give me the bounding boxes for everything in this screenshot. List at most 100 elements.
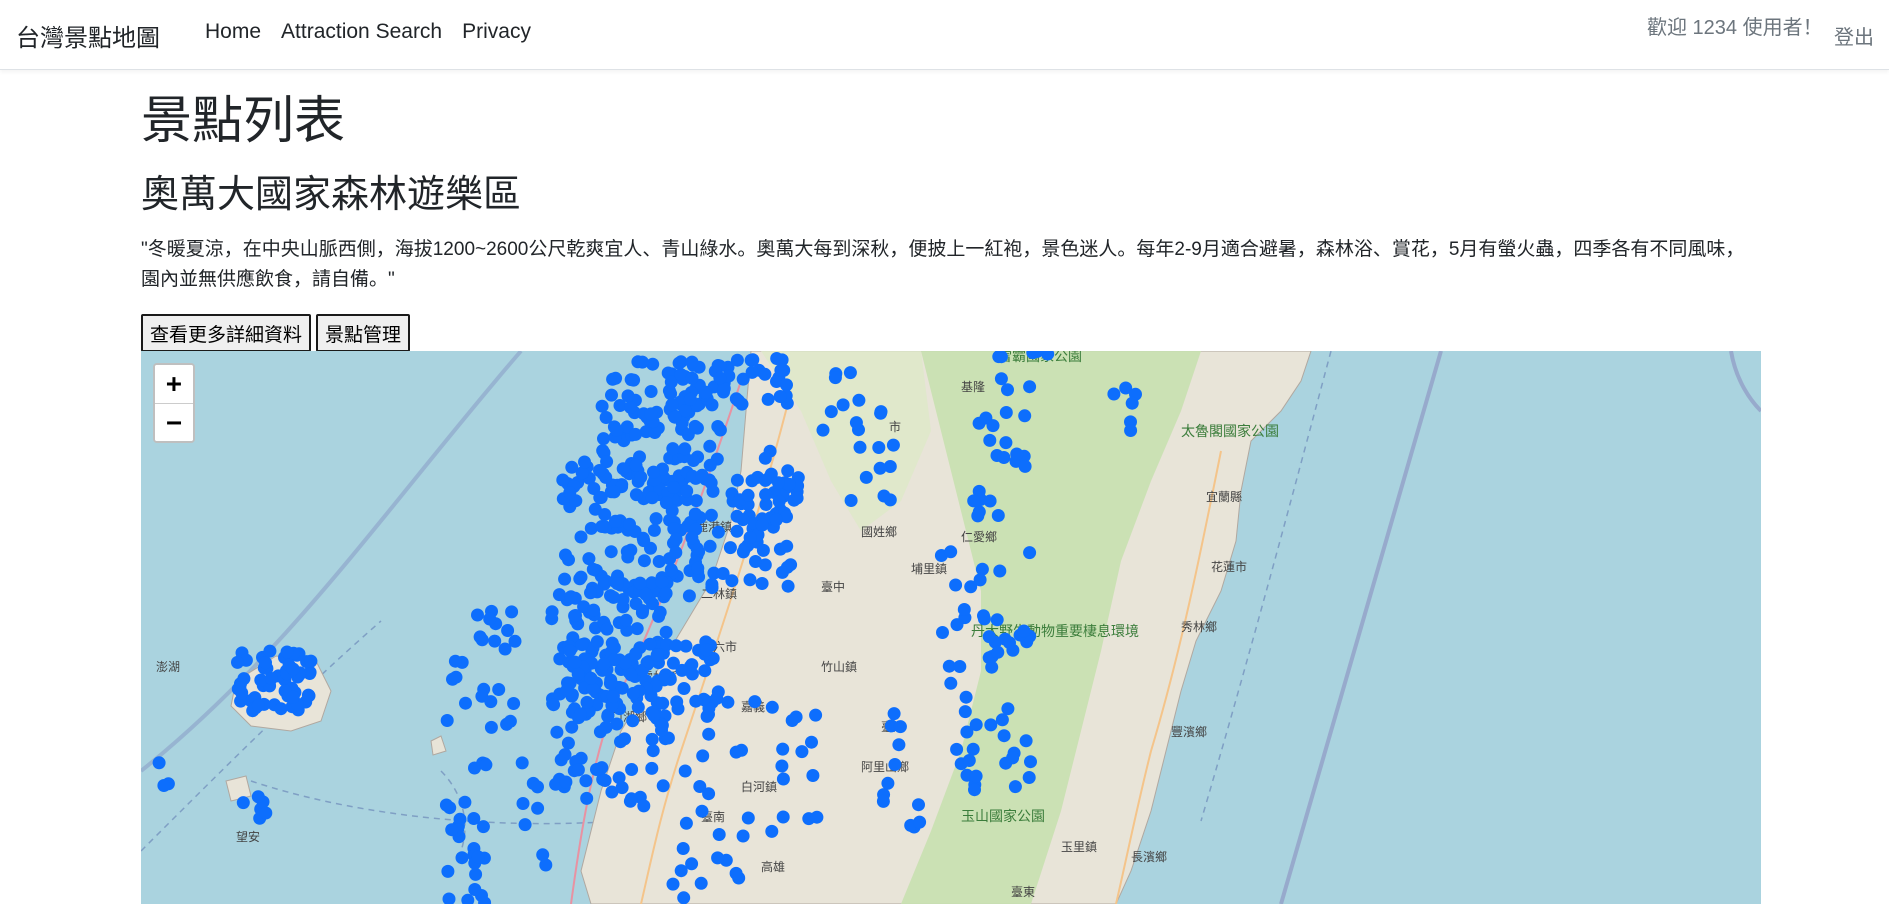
nav-attraction-search[interactable]: Attraction Search: [271, 20, 452, 44]
attraction-marker[interactable]: [1018, 409, 1032, 423]
attraction-marker[interactable]: [445, 823, 459, 837]
attraction-marker[interactable]: [844, 494, 858, 507]
attraction-marker[interactable]: [574, 530, 588, 544]
attraction-marker[interactable]: [580, 695, 594, 709]
attraction-marker[interactable]: [991, 509, 1005, 522]
attraction-marker[interactable]: [695, 804, 709, 818]
attraction-marker[interactable]: [471, 850, 485, 864]
attraction-marker[interactable]: [659, 625, 673, 639]
attraction-marker[interactable]: [634, 470, 648, 484]
attraction-marker[interactable]: [668, 410, 682, 424]
attraction-marker[interactable]: [558, 572, 572, 586]
attraction-marker[interactable]: [852, 393, 866, 407]
attraction-marker[interactable]: [806, 769, 820, 782]
attraction-marker[interactable]: [950, 618, 964, 632]
attraction-marker[interactable]: [759, 488, 773, 502]
attraction-marker[interactable]: [685, 857, 699, 871]
attraction-marker[interactable]: [644, 407, 658, 421]
attraction-marker[interactable]: [629, 647, 643, 661]
attraction-marker[interactable]: [666, 877, 680, 891]
attraction-marker[interactable]: [593, 464, 606, 477]
attraction-marker[interactable]: [1017, 624, 1031, 638]
attraction-marker[interactable]: [824, 405, 838, 419]
attraction-marker[interactable]: [843, 366, 857, 380]
attraction-marker[interactable]: [473, 630, 487, 644]
attraction-marker[interactable]: [984, 718, 998, 732]
attraction-marker[interactable]: [828, 371, 842, 385]
attraction-marker[interactable]: [448, 654, 462, 668]
attraction-marker[interactable]: [505, 605, 519, 619]
attraction-marker[interactable]: [712, 828, 726, 841]
attraction-marker[interactable]: [730, 524, 744, 538]
attraction-marker[interactable]: [958, 705, 972, 719]
attraction-marker[interactable]: [507, 697, 521, 710]
attraction-marker[interactable]: [600, 622, 614, 636]
attraction-marker[interactable]: [286, 662, 300, 676]
attraction-marker[interactable]: [1023, 380, 1037, 394]
attraction-marker[interactable]: [1010, 447, 1024, 461]
attraction-marker[interactable]: [913, 815, 927, 829]
attraction-marker[interactable]: [755, 518, 769, 532]
attraction-marker[interactable]: [997, 729, 1011, 743]
attraction-marker[interactable]: [647, 708, 661, 722]
attraction-marker[interactable]: [679, 816, 693, 830]
attraction-marker[interactable]: [569, 609, 582, 622]
attraction-marker[interactable]: [887, 707, 901, 721]
attraction-marker[interactable]: [550, 725, 564, 739]
attraction-marker[interactable]: [713, 371, 727, 385]
attraction-marker[interactable]: [259, 656, 272, 670]
attraction-marker[interactable]: [748, 695, 762, 709]
attraction-marker[interactable]: [619, 613, 633, 627]
attraction-marker[interactable]: [703, 458, 717, 472]
attraction-marker[interactable]: [973, 573, 987, 587]
attraction-marker[interactable]: [1001, 702, 1015, 716]
attraction-marker[interactable]: [621, 389, 635, 403]
attraction-marker[interactable]: [616, 462, 630, 476]
attraction-marker[interactable]: [816, 423, 830, 437]
attraction-marker[interactable]: [702, 727, 716, 741]
attraction-marker[interactable]: [706, 484, 720, 498]
attraction-marker[interactable]: [685, 371, 699, 385]
attraction-marker[interactable]: [560, 683, 574, 697]
attraction-marker[interactable]: [729, 866, 743, 880]
attraction-marker[interactable]: [713, 423, 727, 437]
attraction-marker[interactable]: [772, 476, 785, 490]
attraction-marker[interactable]: [635, 355, 649, 369]
attraction-marker[interactable]: [467, 812, 481, 825]
attraction-marker[interactable]: [683, 392, 697, 406]
attraction-marker[interactable]: [615, 781, 629, 795]
attraction-marker[interactable]: [610, 577, 624, 591]
attraction-marker[interactable]: [702, 787, 716, 801]
nav-privacy[interactable]: Privacy: [452, 20, 541, 44]
attraction-marker[interactable]: [655, 718, 669, 732]
attraction-marker[interactable]: [647, 523, 661, 537]
attraction-marker[interactable]: [795, 745, 809, 759]
attraction-marker[interactable]: [756, 543, 770, 557]
manage-button[interactable]: 景點管理: [316, 314, 411, 352]
map-canvas[interactable]: 市基隆雪霸國家公園太魯閣國家公園宜蘭縣花蓮市仁愛鄉秀林鄉國姓鄉埔里鎮丹大野生動物…: [141, 351, 1761, 904]
attraction-marker[interactable]: [775, 565, 789, 579]
attraction-marker[interactable]: [443, 801, 457, 815]
attraction-marker[interactable]: [649, 512, 663, 526]
attraction-marker[interactable]: [664, 563, 678, 577]
attraction-marker[interactable]: [1023, 546, 1037, 560]
attraction-marker[interactable]: [836, 398, 850, 412]
attraction-marker[interactable]: [604, 545, 618, 559]
attraction-marker[interactable]: [558, 748, 572, 762]
attraction-marker[interactable]: [999, 406, 1013, 419]
attraction-marker[interactable]: [607, 485, 621, 499]
attraction-marker[interactable]: [667, 481, 681, 494]
attraction-marker[interactable]: [562, 553, 575, 567]
attraction-marker[interactable]: [251, 698, 265, 712]
attraction-marker[interactable]: [944, 545, 958, 559]
attraction-marker[interactable]: [1006, 751, 1020, 765]
attraction-marker[interactable]: [765, 700, 779, 714]
attraction-marker[interactable]: [669, 546, 683, 559]
attraction-marker[interactable]: [781, 579, 795, 593]
attraction-marker[interactable]: [650, 648, 664, 662]
attraction-marker[interactable]: [696, 749, 710, 763]
attraction-marker[interactable]: [691, 561, 705, 575]
attraction-marker[interactable]: [571, 763, 585, 777]
attraction-marker[interactable]: [652, 609, 666, 623]
attraction-marker[interactable]: [609, 371, 623, 385]
